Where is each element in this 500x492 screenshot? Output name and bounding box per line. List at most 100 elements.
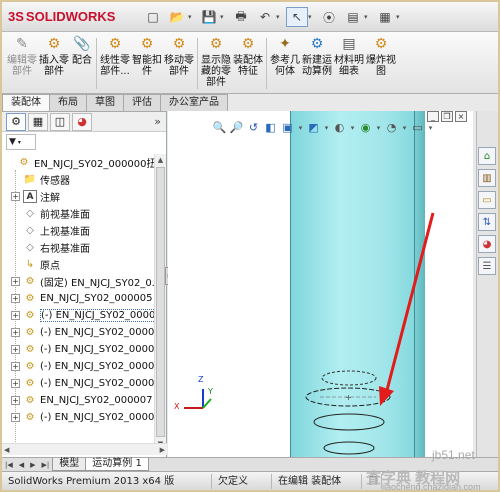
hide-show-icon[interactable]: ◐: [332, 120, 347, 135]
configuration-manager-tab-icon[interactable]: ◫: [50, 112, 70, 131]
settings-icon[interactable]: ▦: [374, 7, 396, 27]
command-new-motion-study-button[interactable]: ⚙ 新建运 动算例: [301, 34, 333, 93]
tree-item[interactable]: + ⚙ (固定) EN_NJCJ_SY02_0...: [2, 273, 154, 290]
command-smart-fastener-button[interactable]: ⚙ 智能扣 件: [131, 34, 163, 93]
tree-item[interactable]: + ⚙ (-) EN_NJCJ_SY02_0000...: [2, 324, 154, 341]
expand-toggle-icon[interactable]: +: [11, 362, 20, 371]
print-icon[interactable]: 🖶: [230, 7, 252, 27]
nav-prev-icon[interactable]: ◀: [16, 461, 27, 469]
bottom-tab-1[interactable]: 运动算例 1: [85, 458, 149, 471]
open-folder-icon[interactable]: 📂: [166, 7, 188, 27]
expand-toggle-icon[interactable]: +: [11, 328, 20, 337]
tree-item[interactable]: + ⚙ EN_NJCJ_SY02_000005: [2, 290, 154, 307]
select-pointer-dropdown-icon[interactable]: ▾: [308, 7, 316, 27]
bottom-tab-0[interactable]: 模型: [52, 458, 87, 471]
graphics-area[interactable]: + Z X Y 🔍 🔎 ↺ ◧ ▣ ▾ ◩ ▾ ◐ ▾ ◉ ▾ ◔ ▾ ▭ ▾ _ ❐ ×: [168, 111, 473, 457]
hide-show-dropdown-icon[interactable]: ▾: [349, 120, 356, 135]
scroll-up-icon[interactable]: ▲: [155, 154, 166, 166]
scroll-left-icon[interactable]: ◀: [4, 446, 9, 454]
undo-dropdown-icon[interactable]: ▾: [276, 7, 284, 27]
tree-item[interactable]: ◇ 前视基准面: [2, 205, 154, 222]
traffic-light-icon[interactable]: ⦿: [318, 7, 340, 27]
expand-toggle-icon[interactable]: +: [11, 396, 20, 405]
tree-item[interactable]: ◇ 右视基准面: [2, 239, 154, 256]
scene-icon[interactable]: ◔: [384, 120, 399, 135]
options-dropdown-icon[interactable]: ▾: [364, 7, 372, 27]
save-dropdown-icon[interactable]: ▾: [220, 7, 228, 27]
tab-0[interactable]: 装配体: [2, 94, 50, 112]
scroll-thumb[interactable]: [156, 167, 165, 437]
section-view-icon[interactable]: ◧: [263, 120, 278, 135]
solidworks-logo[interactable]: 3S SOLIDWORKS: [8, 9, 115, 24]
expand-toggle-icon[interactable]: +: [11, 413, 20, 422]
tree-item[interactable]: ⚙ EN_NJCJ_SY02_000000扭力...: [2, 154, 154, 171]
tab-2[interactable]: 草图: [86, 94, 124, 111]
undo-icon[interactable]: ↶: [254, 7, 276, 27]
tree-filter-icon[interactable]: ▼ ▾: [6, 134, 36, 150]
design-library-icon[interactable]: ▥: [478, 169, 496, 187]
close-icon[interactable]: ×: [455, 111, 467, 122]
minimize-icon[interactable]: _: [427, 111, 439, 122]
custom-properties-icon[interactable]: ☰: [478, 257, 496, 275]
options-icon[interactable]: ▤: [342, 7, 364, 27]
expand-toggle-icon[interactable]: +: [11, 345, 20, 354]
expand-panel-icon[interactable]: »: [154, 115, 161, 128]
solidworks-resources-icon[interactable]: ⌂: [478, 147, 496, 165]
tab-1[interactable]: 布局: [49, 94, 87, 111]
command-edit-part-button[interactable]: ✎ 编辑零 部件: [6, 34, 38, 93]
view-orientation-icon[interactable]: ▣: [280, 120, 295, 135]
tree-item[interactable]: + ⚙ EN_NJCJ_SY02_000007: [2, 392, 154, 409]
view-settings-icon[interactable]: ▭: [410, 120, 425, 135]
expand-toggle-icon[interactable]: +: [11, 294, 20, 303]
command-move-part-button[interactable]: ⚙ 移动零 部件: [163, 34, 195, 93]
command-bom-button[interactable]: ▤ 材料明 细表: [333, 34, 365, 93]
feature-tree-tab-icon[interactable]: ⚙: [6, 112, 26, 131]
zoom-fit-icon[interactable]: 🔍: [212, 120, 227, 135]
restore-icon[interactable]: ❐: [441, 111, 453, 122]
tree-vertical-scrollbar[interactable]: ▲ ▼: [154, 154, 166, 452]
command-reference-geometry-button[interactable]: ✦ 参考几 何体: [269, 34, 301, 93]
expand-toggle-icon[interactable]: +: [11, 192, 20, 201]
display-style-icon[interactable]: ◩: [306, 120, 321, 135]
nav-next-icon[interactable]: ▶: [27, 461, 38, 469]
command-linear-pattern-button[interactable]: ⚙ 线性零 部件...: [99, 34, 131, 93]
display-manager-tab-icon[interactable]: ◕: [72, 112, 92, 131]
expand-toggle-icon[interactable]: +: [11, 277, 20, 286]
expand-toggle-icon[interactable]: +: [11, 311, 20, 320]
view-settings-dropdown-icon[interactable]: ▾: [427, 120, 434, 135]
select-pointer-icon[interactable]: ↖: [286, 7, 308, 27]
tab-4[interactable]: 办公室产品: [160, 94, 228, 111]
open-folder-dropdown-icon[interactable]: ▾: [188, 7, 196, 27]
tree-item[interactable]: + ⚙ (-) EN_NJCJ_SY02_0000...: [2, 307, 154, 324]
save-icon[interactable]: 💾: [198, 7, 220, 27]
tree-item[interactable]: ◇ 上视基准面: [2, 222, 154, 239]
tab-3[interactable]: 评估: [123, 94, 161, 111]
new-doc-icon[interactable]: □: [142, 7, 164, 27]
view-orientation-dropdown-icon[interactable]: ▾: [297, 120, 304, 135]
tree-item[interactable]: ↳ 原点: [2, 256, 154, 273]
tree-item[interactable]: + A 注解: [2, 188, 154, 205]
view-palette-icon[interactable]: ⇅: [478, 213, 496, 231]
scroll-right-icon[interactable]: ▶: [160, 446, 165, 454]
nav-first-icon[interactable]: |◀: [2, 461, 16, 469]
zoom-area-icon[interactable]: 🔎: [229, 120, 244, 135]
command-mate-button[interactable]: 📎 配合: [70, 34, 94, 93]
tree-item[interactable]: + ⚙ (-) EN_NJCJ_SY02_0000...: [2, 358, 154, 375]
previous-view-icon[interactable]: ↺: [246, 120, 261, 135]
tree-horizontal-scrollbar[interactable]: ◀ ▶: [2, 443, 167, 455]
expand-toggle-icon[interactable]: +: [11, 379, 20, 388]
command-insert-part-button[interactable]: ⚙ 插入零 部件: [38, 34, 70, 93]
tree-item[interactable]: + ⚙ (-) EN_NJCJ_SY02_0000...: [2, 409, 154, 426]
command-exploded-view-button[interactable]: ⚙ 爆炸视 图: [365, 34, 397, 93]
command-show-hidden-button[interactable]: ⚙ 显示隐 藏的零 部件: [200, 34, 232, 93]
file-explorer-icon[interactable]: ▭: [478, 191, 496, 209]
appearance-dropdown-icon[interactable]: ▾: [375, 120, 382, 135]
command-assembly-feature-button[interactable]: ⚙ 装配体 特征: [232, 34, 264, 93]
scene-dropdown-icon[interactable]: ▾: [401, 120, 408, 135]
appearances-icon[interactable]: ◕: [478, 235, 496, 253]
appearance-icon[interactable]: ◉: [358, 120, 373, 135]
settings-dropdown-icon[interactable]: ▾: [396, 7, 404, 27]
nav-last-icon[interactable]: ▶|: [39, 461, 53, 469]
tree-item[interactable]: + ⚙ (-) EN_NJCJ_SY02_0000...: [2, 341, 154, 358]
property-manager-tab-icon[interactable]: ▦: [28, 112, 48, 131]
